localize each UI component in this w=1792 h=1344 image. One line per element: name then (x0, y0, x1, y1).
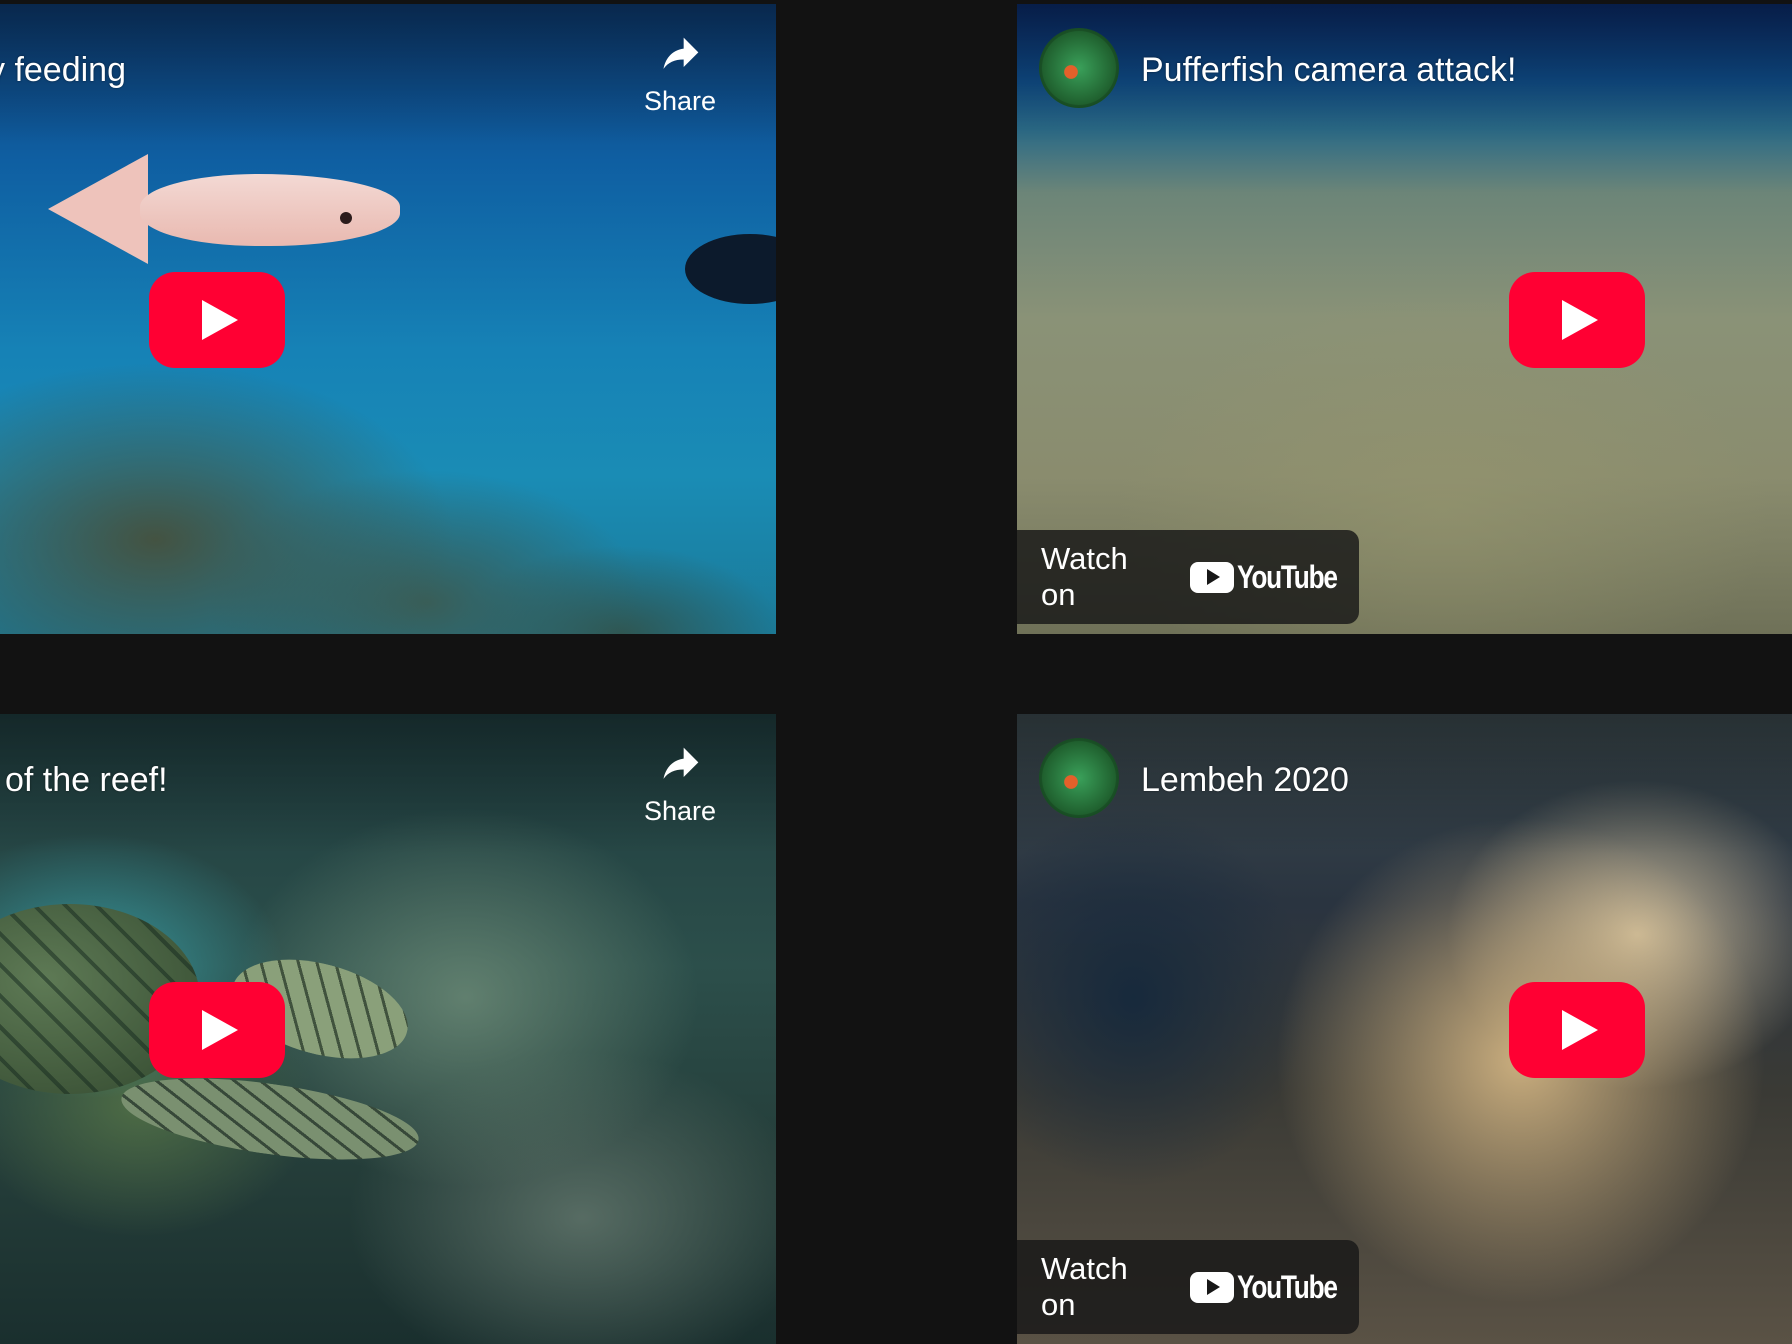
video-title[interactable]: Pufferfish camera attack! (1141, 50, 1516, 90)
share-arrow-icon (663, 747, 699, 779)
share-button[interactable]: Share (640, 744, 720, 827)
video-embed-3[interactable]: l of the reef! Share (0, 714, 776, 1344)
fish-eye (340, 212, 352, 224)
video-embed-2[interactable]: Pufferfish camera attack! Watch on YouTu… (1017, 4, 1792, 634)
watch-on-label: Watch on (1041, 1251, 1128, 1322)
youtube-logo-icon: YouTube (1190, 559, 1359, 596)
dark-fish (685, 234, 776, 304)
video-title[interactable]: l of the reef! (0, 760, 168, 800)
play-button[interactable] (1509, 272, 1645, 368)
watch-on-youtube-button[interactable]: Watch on YouTube (1017, 530, 1359, 624)
video-embed-1[interactable]: y feeding Share (0, 4, 776, 634)
turtle-flipper (116, 1063, 424, 1175)
share-label: Share (643, 796, 717, 826)
youtube-logo-icon: YouTube (1190, 1269, 1359, 1306)
play-button[interactable] (1509, 982, 1645, 1078)
play-icon (202, 300, 238, 340)
youtube-wordmark: YouTube (1237, 1268, 1338, 1305)
share-button[interactable]: Share (640, 34, 720, 117)
fish-tail (48, 154, 148, 264)
fish (140, 174, 400, 246)
play-button[interactable] (149, 272, 285, 368)
video-title[interactable]: Lembeh 2020 (1141, 760, 1349, 800)
share-arrow-icon (663, 37, 699, 69)
play-icon (202, 1010, 238, 1050)
share-label: Share (643, 86, 717, 116)
watch-on-youtube-button[interactable]: Watch on YouTube (1017, 1240, 1359, 1334)
channel-avatar[interactable] (1039, 28, 1119, 108)
play-button[interactable] (149, 982, 285, 1078)
youtube-wordmark: YouTube (1237, 558, 1338, 595)
video-title[interactable]: y feeding (0, 50, 126, 90)
watch-on-label: Watch on (1041, 541, 1128, 612)
channel-avatar[interactable] (1039, 738, 1119, 818)
title-shade (1017, 714, 1792, 854)
video-embed-4[interactable]: Lembeh 2020 Watch on YouTube (1017, 714, 1792, 1344)
play-icon (1562, 1010, 1598, 1050)
play-icon (1562, 300, 1598, 340)
youtube-play-mark-icon (1190, 1271, 1235, 1303)
youtube-play-mark-icon (1190, 561, 1235, 593)
